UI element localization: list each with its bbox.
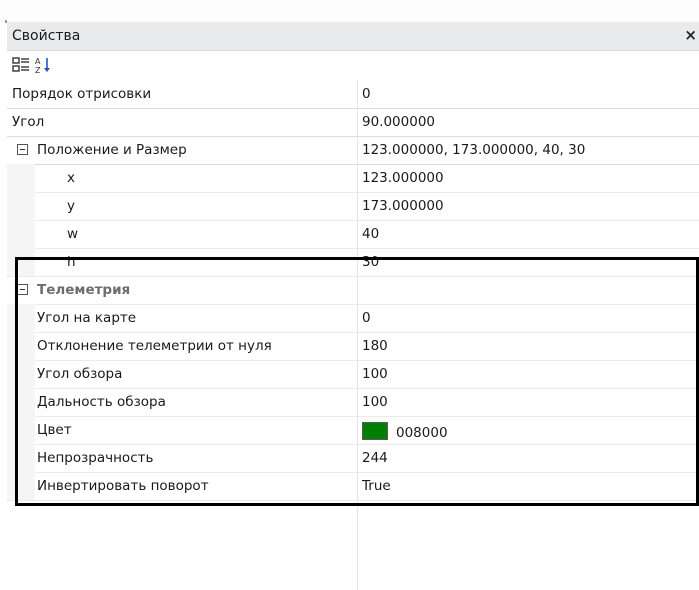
property-row[interactable]: Инвертировать поворот True xyxy=(7,472,699,501)
property-name: y xyxy=(67,198,75,214)
indent-gutter xyxy=(7,304,35,332)
property-row[interactable]: Непрозрачность 244 xyxy=(7,444,699,473)
property-name: Цвет xyxy=(37,422,72,438)
collapse-icon[interactable] xyxy=(17,144,28,155)
property-value[interactable]: 0 xyxy=(362,86,371,102)
property-value[interactable]: True xyxy=(362,478,391,494)
row-separator xyxy=(357,444,358,472)
close-icon[interactable]: × xyxy=(684,26,697,44)
property-grid: Порядок отрисовки 0 Угол 90.000000 Полож… xyxy=(7,80,699,590)
indent-gutter xyxy=(7,416,35,444)
property-name: Угол на карте xyxy=(37,310,137,326)
property-row[interactable]: Дальность обзора 100 xyxy=(7,388,699,417)
window-background xyxy=(0,0,699,22)
indent-gutter xyxy=(7,360,35,388)
property-name: h xyxy=(67,254,76,270)
color-swatch[interactable] xyxy=(362,422,388,440)
property-name: w xyxy=(67,226,79,242)
property-value[interactable]: 40 xyxy=(362,226,379,242)
sort-alphabetical-icon[interactable]: A Z xyxy=(34,56,52,74)
property-value[interactable]: 123.000000 xyxy=(362,170,444,186)
row-separator xyxy=(357,108,358,136)
indent-gutter xyxy=(7,248,35,276)
property-row[interactable]: Угол на карте 0 xyxy=(7,304,699,333)
property-row[interactable]: Угол 90.000000 xyxy=(7,108,699,137)
property-row[interactable]: Угол обзора 100 xyxy=(7,360,699,389)
row-separator xyxy=(357,388,358,416)
row-separator xyxy=(357,416,358,444)
indent-gutter xyxy=(7,444,35,472)
svg-text:Z: Z xyxy=(35,66,41,74)
row-separator xyxy=(357,332,358,360)
indent-gutter xyxy=(7,388,35,416)
property-value[interactable]: 30 xyxy=(362,254,379,270)
row-separator xyxy=(357,80,358,108)
property-value[interactable]: 100 xyxy=(362,366,388,382)
property-name: Угол обзора xyxy=(37,366,123,382)
property-value[interactable]: 244 xyxy=(362,450,388,466)
row-separator xyxy=(357,220,358,248)
property-value-color[interactable]: 008000 xyxy=(362,422,448,441)
category-row-telemetry[interactable]: Телеметрия xyxy=(7,276,699,305)
property-name: Отклонение телеметрии от нуля xyxy=(37,338,272,354)
property-row[interactable]: w 40 xyxy=(7,220,699,249)
row-separator xyxy=(357,164,358,192)
indent-gutter xyxy=(7,472,35,500)
row-separator xyxy=(357,472,358,500)
property-row[interactable]: h 30 xyxy=(7,248,699,277)
panel-titlebar: Свойства × xyxy=(7,22,699,51)
indent-gutter xyxy=(7,332,35,360)
row-separator xyxy=(357,304,358,332)
category-label: Телеметрия xyxy=(37,282,131,298)
row-separator xyxy=(357,360,358,388)
property-name: Положение и Размер xyxy=(37,142,187,158)
indent-gutter xyxy=(7,164,35,192)
property-row[interactable]: y 173.000000 xyxy=(7,192,699,221)
collapse-icon[interactable] xyxy=(17,284,28,295)
property-name: Порядок отрисовки xyxy=(12,86,152,102)
row-separator xyxy=(357,136,358,164)
properties-panel: Свойства × A Z Порядок отрисовки 0 Угол … xyxy=(7,22,699,590)
svg-text:A: A xyxy=(35,57,41,66)
property-name: Дальность обзора xyxy=(37,394,166,410)
property-row[interactable]: Цвет 008000 xyxy=(7,416,699,445)
panel-title: Свойства xyxy=(12,28,81,44)
categorized-icon[interactable] xyxy=(12,56,30,74)
row-separator xyxy=(357,248,358,276)
property-value[interactable]: 100 xyxy=(362,394,388,410)
property-name: x xyxy=(67,170,75,186)
property-row[interactable]: Отклонение телеметрии от нуля 180 xyxy=(7,332,699,361)
property-value[interactable]: 180 xyxy=(362,338,388,354)
row-separator xyxy=(357,192,358,220)
indent-gutter xyxy=(7,192,35,220)
property-value[interactable]: 173.000000 xyxy=(362,198,444,214)
indent-gutter xyxy=(7,220,35,248)
property-row[interactable]: Положение и Размер 123.000000, 173.00000… xyxy=(7,136,699,165)
properties-toolbar: A Z xyxy=(7,51,699,79)
property-row[interactable]: Порядок отрисовки 0 xyxy=(7,80,699,109)
property-name: Угол xyxy=(12,114,45,130)
property-row[interactable]: x 123.000000 xyxy=(7,164,699,193)
property-value[interactable]: 90.000000 xyxy=(362,114,435,130)
property-name: Непрозрачность xyxy=(37,450,154,466)
property-value[interactable]: 123.000000, 173.000000, 40, 30 xyxy=(362,142,585,158)
color-hex-value: 008000 xyxy=(396,425,448,441)
property-name: Инвертировать поворот xyxy=(37,478,209,494)
property-value[interactable]: 0 xyxy=(362,310,371,326)
